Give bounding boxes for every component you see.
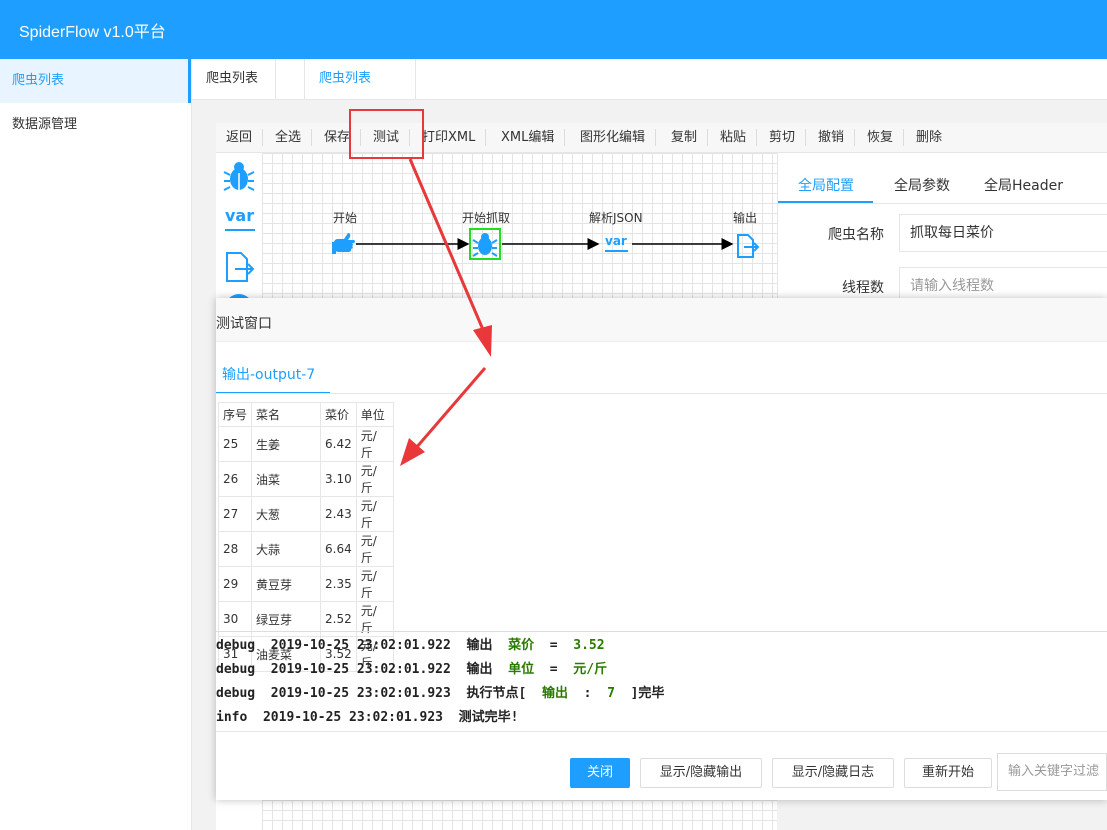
toolbar-redo-button[interactable]: 恢复 <box>857 129 905 146</box>
tab-spider-list-home[interactable]: 爬虫列表 <box>192 59 276 99</box>
cell-price: 3.10 <box>320 461 357 497</box>
top-bar: SpiderFlow v1.0平台 <box>0 0 1107 59</box>
palette-lower <box>216 800 262 830</box>
flow-canvas-lower[interactable] <box>262 800 777 830</box>
log-line: debug 2019-10-25 23:02:01.923 执行节点[ 输出 :… <box>216 686 665 701</box>
cell-index: 25 <box>218 426 252 462</box>
cell-unit: 元/斤 <box>355 461 394 497</box>
log-line: info 2019-10-25 23:02:01.923 测试完毕! <box>216 710 519 725</box>
table-row: 28 大蒜 6.64 元/斤 <box>218 531 394 567</box>
spider-name-label: 爬虫名称 <box>828 227 884 243</box>
svg-text:var: var <box>605 234 627 248</box>
tab-global-params[interactable]: 全局参数 <box>894 175 950 195</box>
table-row: 29 黄豆芽 2.35 元/斤 <box>218 566 394 602</box>
sidebar-item-datasource[interactable]: 数据源管理 <box>0 103 191 147</box>
annotation-highlight-box <box>349 109 424 159</box>
toggle-log-button[interactable]: 显示/隐藏日志 <box>772 758 894 788</box>
cell-price: 6.64 <box>320 531 357 567</box>
table-header-row: 序号 菜名 菜价 单位 <box>218 402 394 427</box>
tab-global-config[interactable]: 全局配置 <box>798 175 854 195</box>
cell-unit: 元/斤 <box>355 566 394 602</box>
log-line: debug 2019-10-25 23:02:01.922 输出 单位 = 元/… <box>216 662 608 677</box>
cell-unit: 元/斤 <box>355 426 394 462</box>
table-row: 25 生姜 6.42 元/斤 <box>218 426 394 462</box>
col-header-index: 序号 <box>218 402 252 427</box>
variable-icon[interactable]: var <box>225 206 255 231</box>
cell-unit: 元/斤 <box>355 496 394 532</box>
table-row: 26 油菜 3.10 元/斤 <box>218 461 394 497</box>
toolbar-undo-button[interactable]: 撤销 <box>808 129 856 146</box>
tab-divider <box>778 203 1107 204</box>
output-icon[interactable] <box>737 234 760 258</box>
toolbar-copy-button[interactable]: 复制 <box>661 129 709 146</box>
cell-unit: 元/斤 <box>355 531 394 567</box>
cell-index: 27 <box>218 496 252 532</box>
col-header-unit: 单位 <box>355 402 394 427</box>
cell-name: 生姜 <box>251 426 321 462</box>
node-palette: var <box>216 153 262 322</box>
close-button[interactable]: 关闭 <box>570 758 630 788</box>
variable-icon[interactable]: var <box>605 234 628 252</box>
toolbar-delete-button[interactable]: 删除 <box>906 129 952 146</box>
toolbar-graphic-edit-button[interactable]: 图形化编辑 <box>570 129 657 146</box>
toolbar-select-all-button[interactable]: 全选 <box>265 129 313 146</box>
col-header-price: 菜价 <box>320 402 357 427</box>
cell-price: 6.42 <box>320 426 357 462</box>
filter-input[interactable]: 输入关键字过滤 <box>997 753 1107 791</box>
footer-divider <box>216 731 1107 732</box>
cell-name: 大蒜 <box>251 531 321 567</box>
tab-output[interactable]: 输出-output-7 <box>222 364 315 384</box>
cell-index: 28 <box>218 531 252 567</box>
cell-name: 油菜 <box>251 461 321 497</box>
toolbar-cut-button[interactable]: 剪切 <box>759 129 807 146</box>
spider-icon[interactable] <box>472 233 498 257</box>
test-window-dialog: 测试窗口 输出-output-7 序号 菜名 菜价 单位 25 生姜 6.42 元/斤… <box>216 298 1107 800</box>
palette-icons: var <box>223 162 255 322</box>
toolbar-back-button[interactable]: 返回 <box>216 129 264 146</box>
table-row: 27 大葱 2.43 元/斤 <box>218 496 394 532</box>
dialog-header: 测试窗口 <box>216 298 1107 342</box>
cell-index: 29 <box>218 566 252 602</box>
sidebar-item-spider-list[interactable]: 爬虫列表 <box>0 59 191 103</box>
log-line: debug 2019-10-25 23:02:01.922 输出 菜价 = 3.… <box>216 638 605 653</box>
cell-name: 大葱 <box>251 496 321 532</box>
col-header-name: 菜名 <box>251 402 321 427</box>
cell-price: 2.43 <box>320 496 357 532</box>
toolbar-paste-button[interactable]: 粘贴 <box>710 129 758 146</box>
log-panel: debug 2019-10-25 23:02:01.922 输出 菜价 = 3.… <box>216 631 1107 731</box>
toolbar-xml-edit-button[interactable]: XML编辑 <box>491 129 566 146</box>
spider-name-input[interactable]: 抓取每日菜价 <box>899 214 1107 252</box>
restart-button[interactable]: 重新开始 <box>904 758 992 788</box>
page-tabs: 爬虫列表 爬虫列表 <box>192 59 1107 100</box>
output-icon[interactable] <box>226 252 255 282</box>
svg-text:var: var <box>225 206 254 225</box>
flow-diagram: var <box>332 228 760 260</box>
app-title: SpiderFlow v1.0平台 <box>19 24 166 41</box>
cell-price: 2.35 <box>320 566 357 602</box>
sidebar: 爬虫列表 数据源管理 <box>0 59 192 830</box>
thread-count-label: 线程数 <box>842 280 884 296</box>
cell-name: 黄豆芽 <box>251 566 321 602</box>
toggle-output-button[interactable]: 显示/隐藏输出 <box>640 758 762 788</box>
global-config-panel: 全局配置 全局参数 全局Header 爬虫名称 抓取每日菜价 线程数 请输入线程… <box>777 153 1107 305</box>
dialog-title: 测试窗口 <box>216 316 272 332</box>
hand-pointer-icon[interactable] <box>332 233 355 254</box>
tab-global-header[interactable]: 全局Header <box>984 175 1063 195</box>
tab-spider-list[interactable]: 爬虫列表 <box>304 59 416 99</box>
cell-index: 26 <box>218 461 252 497</box>
spider-icon[interactable] <box>223 162 255 191</box>
tab-divider <box>216 393 1107 394</box>
